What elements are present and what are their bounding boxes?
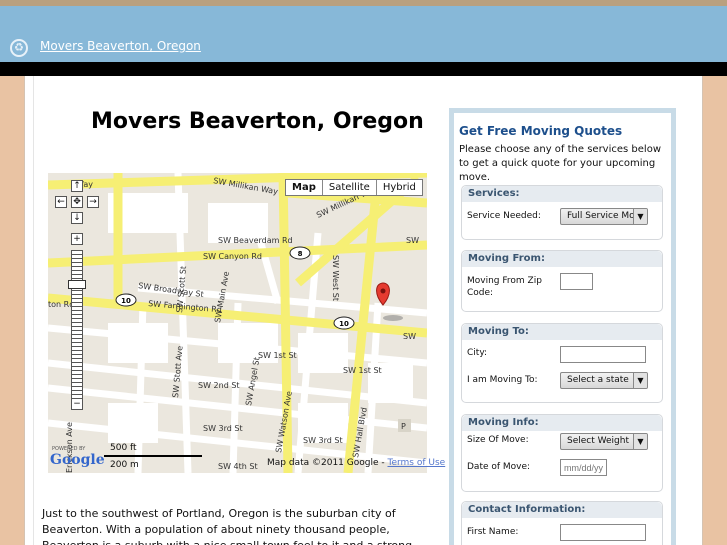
size-of-move-select[interactable]: Select Weight ▼ (560, 433, 648, 450)
map-type-map-button[interactable]: Map (286, 180, 322, 195)
quote-title: Get Free Moving Quotes (459, 124, 623, 138)
moving-from-heading: Moving From: (462, 251, 662, 267)
pan-up-icon[interactable]: ↑ (71, 180, 83, 192)
moving-to-state-label: I am Moving To: (467, 375, 538, 385)
google-logo[interactable]: Google (50, 452, 105, 468)
zoom-slider-handle[interactable] (68, 280, 86, 289)
map-street-label: SW West St (331, 255, 340, 301)
chevron-down-icon: ▼ (633, 434, 647, 449)
moving-info-section: Moving Info: (461, 414, 663, 492)
intro-paragraph: Just to the southwest of Portland, Orego… (42, 507, 412, 545)
service-needed-label: Service Needed: (467, 211, 541, 221)
state-select[interactable]: Select a state ▼ (560, 372, 648, 389)
map-type-hybrid-button[interactable]: Hybrid (375, 180, 422, 195)
map-canvas[interactable]: Way SW Millikan Way SW Millikan Way SW B… (48, 173, 427, 473)
zoom-slider[interactable] (71, 250, 83, 400)
zoom-in-icon[interactable]: + (71, 233, 83, 245)
scale-imperial: 500 ft (110, 443, 137, 453)
service-needed-select[interactable]: Full Service Moving ▼ (560, 208, 648, 225)
moving-to-section: Moving To: (461, 323, 663, 403)
map-attribution: Map data ©2011 Google - Terms of Use (267, 458, 445, 468)
services-heading: Services: (462, 186, 662, 202)
size-of-move-label: Size Of Move: (467, 435, 529, 445)
site-name-link[interactable]: Movers Beaverton, Oregon (40, 39, 201, 53)
nav-bar (0, 62, 727, 76)
quote-intro: Please choose any of the services below … (459, 144, 661, 183)
map[interactable]: Way SW Millikan Way SW Millikan Way SW B… (48, 173, 427, 473)
city-label: City: (467, 348, 488, 358)
date-of-move-label: Date of Move: (467, 462, 531, 472)
map-poi-label: P (401, 422, 406, 431)
zip-code-input[interactable] (560, 273, 593, 290)
map-type-switcher: Map Satellite Hybrid (285, 179, 423, 196)
moving-to-heading: Moving To: (462, 324, 662, 340)
page-title: Movers Beaverton, Oregon (91, 109, 424, 134)
site-header: ♻ Movers Beaverton, Oregon (0, 6, 727, 62)
map-street-label: SW 1st St (343, 366, 382, 375)
route-shield-label: 8 (298, 250, 303, 258)
city-input[interactable] (560, 346, 646, 363)
pan-left-icon[interactable]: ← (55, 196, 67, 208)
contact-heading: Contact Information: (462, 502, 662, 518)
moving-info-heading: Moving Info: (462, 415, 662, 431)
chevron-down-icon: ▼ (633, 209, 647, 224)
map-street-label: SW 3rd St (203, 424, 243, 433)
map-street-label: SW 2nd St (198, 381, 240, 390)
map-street-label: SW Canyon Rd (203, 252, 262, 261)
first-name-input[interactable] (560, 524, 646, 541)
scale-metric: 200 m (110, 460, 139, 470)
recycle-icon: ♻ (10, 39, 28, 57)
map-street-label: SW 1st St (258, 351, 297, 360)
map-street-label: SW (403, 332, 416, 341)
map-street-label: SW 4th St (218, 462, 258, 471)
terms-of-use-link[interactable]: Terms of Use (387, 458, 445, 468)
pan-down-icon[interactable]: ↓ (71, 212, 83, 224)
map-street-label: SW 3rd St (303, 436, 343, 445)
route-shield-label: 10 (339, 320, 349, 328)
zip-code-label: Moving From Zip Code: (467, 276, 542, 298)
map-street-label: SW Beaverdam Rd (218, 236, 293, 245)
map-scale: 500 ft 200 m (104, 443, 204, 470)
date-of-move-input[interactable] (560, 459, 607, 476)
map-data-text: Map data ©2011 Google - (267, 458, 385, 468)
pan-center-icon[interactable]: ✥ (71, 196, 83, 208)
chevron-down-icon: ▼ (633, 373, 647, 388)
map-type-satellite-button[interactable]: Satellite (321, 180, 376, 195)
zoom-out-icon[interactable]: − (71, 398, 83, 410)
content-divider (33, 76, 34, 545)
first-name-label: First Name: (467, 527, 519, 537)
map-street-label: SW (406, 236, 419, 245)
pan-right-icon[interactable]: → (87, 196, 99, 208)
route-shield-label: 10 (121, 297, 131, 305)
